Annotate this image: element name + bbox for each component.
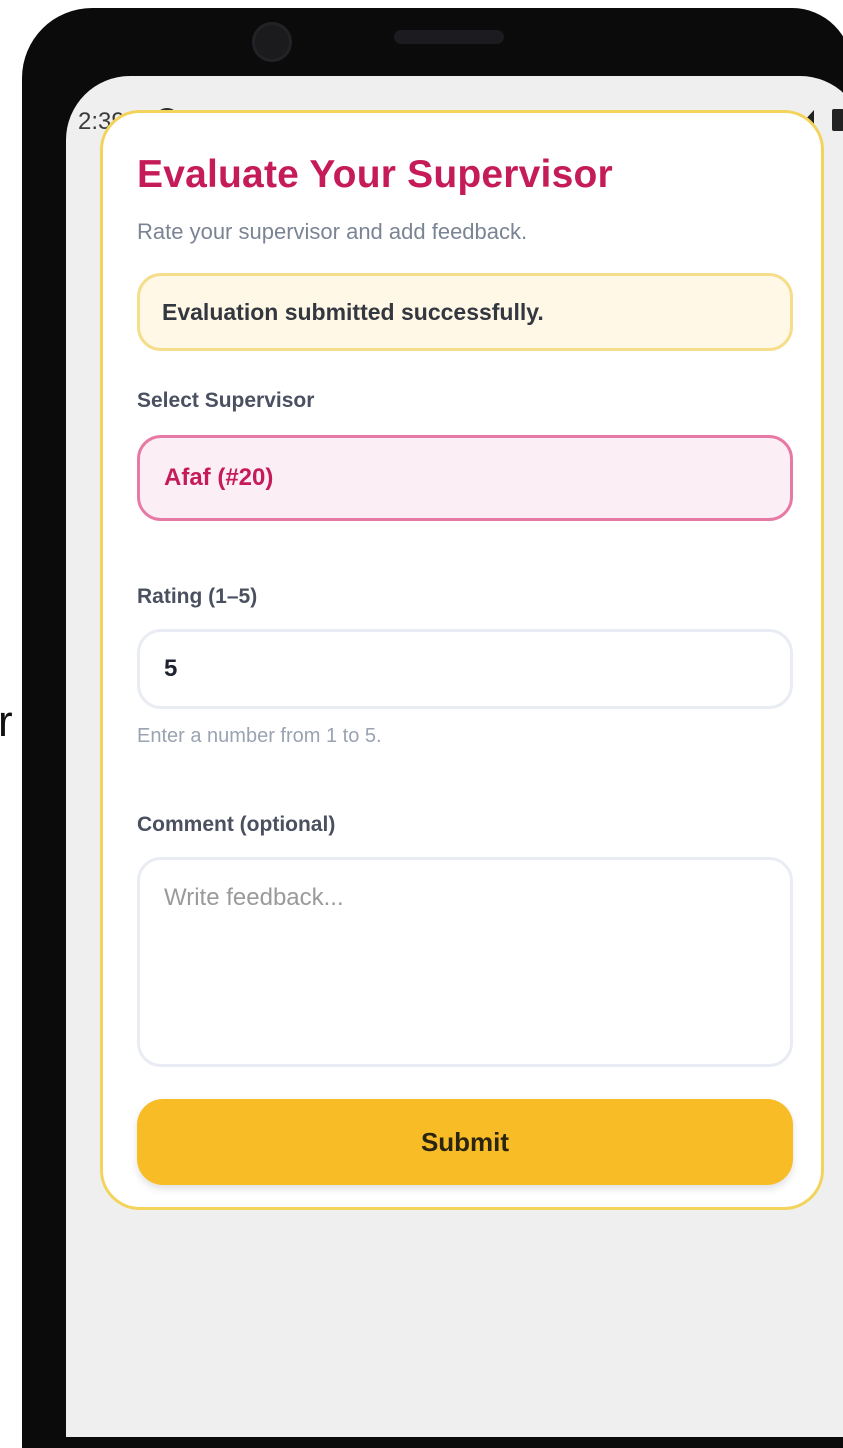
success-banner: Evaluation submitted successfully. [137,273,793,351]
rating-input[interactable] [137,629,793,709]
speaker-grille [394,30,504,44]
phone-frame: 2:39 Evaluate Your Supervisor Rate your … [22,8,843,1448]
rating-label: Rating (1–5) [137,585,258,608]
camera-icon [252,22,292,62]
comment-textarea[interactable] [137,857,793,1067]
submit-button[interactable]: Submit [137,1099,793,1185]
rating-hint: Enter a number from 1 to 5. [137,725,382,747]
comment-label: Comment (optional) [137,813,336,836]
phone-screen: 2:39 Evaluate Your Supervisor Rate your … [66,76,843,1437]
battery-icon [832,109,843,131]
supervisor-select[interactable]: Afaf (#20) [137,435,793,521]
page-subtitle: Rate your supervisor and add feedback. [137,219,528,244]
evaluation-card: Evaluate Your Supervisor Rate your super… [100,110,824,1210]
supervisor-label: Select Supervisor [137,389,315,412]
stray-text: r [0,697,13,746]
page-title: Evaluate Your Supervisor [137,153,613,196]
